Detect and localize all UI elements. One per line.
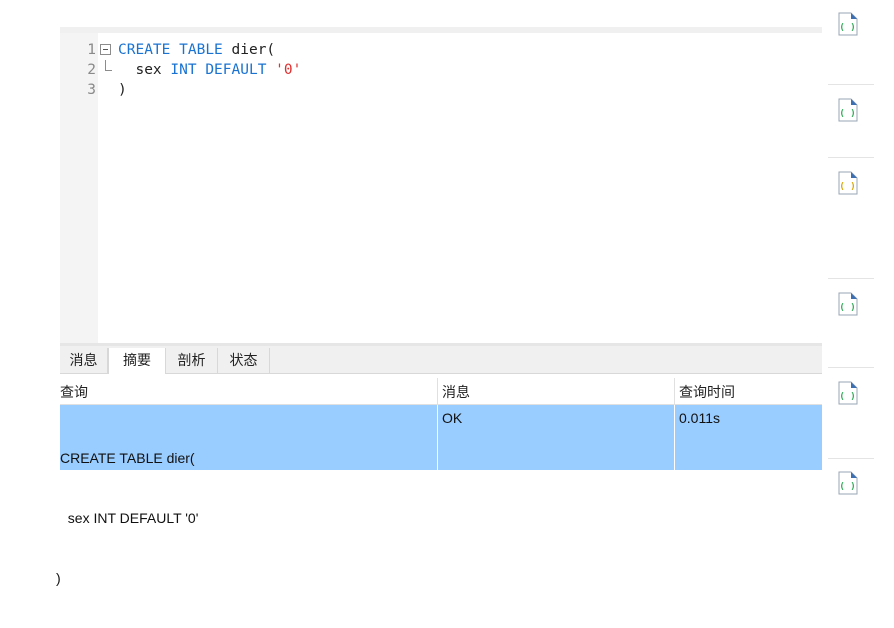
- sql-token: dier(: [222, 42, 276, 58]
- divider: [828, 367, 874, 368]
- divider: [828, 458, 874, 459]
- svg-text:( ): ( ): [839, 482, 855, 492]
- sql-file-icon[interactable]: ( ): [838, 471, 858, 495]
- column-header-message[interactable]: 消息: [437, 378, 674, 404]
- sql-keyword: CREATE: [118, 42, 171, 58]
- column-header-query[interactable]: 查询: [60, 378, 437, 404]
- sql-token: sex: [118, 62, 171, 78]
- code-line[interactable]: 1 CREATE TABLE dier(: [60, 40, 820, 60]
- line-number: 3: [87, 82, 96, 98]
- sql-keyword: TABLE: [179, 42, 223, 58]
- code-text: sex INT DEFAULT '0': [118, 60, 301, 80]
- query-line: ): [56, 570, 61, 586]
- query-cell[interactable]: CREATE TABLE dier( sex INT DEFAULT '0' ): [56, 405, 437, 586]
- code-text: ): [118, 80, 127, 100]
- fold-toggle-icon[interactable]: [100, 44, 111, 55]
- tab-summary[interactable]: 摘要: [108, 348, 166, 374]
- sql-editor[interactable]: 1 CREATE TABLE dier(2 sex INT DEFAULT '0'…: [60, 27, 822, 349]
- divider: [828, 157, 874, 158]
- sql-file-icon[interactable]: ( ): [838, 171, 858, 195]
- code-text: CREATE TABLE dier(: [118, 40, 275, 60]
- svg-text:( ): ( ): [839, 182, 855, 192]
- svg-text:( ): ( ): [839, 23, 855, 33]
- line-number: 2: [87, 62, 96, 78]
- svg-text:( ): ( ): [839, 303, 855, 313]
- code-line[interactable]: 2 sex INT DEFAULT '0': [60, 60, 820, 80]
- tab-profile[interactable]: 剖析: [166, 348, 218, 373]
- fold-end-icon: [105, 60, 112, 71]
- query-line: sex INT DEFAULT '0': [60, 510, 199, 526]
- column-header-time[interactable]: 查询时间: [674, 378, 822, 404]
- sql-keyword: DEFAULT: [205, 62, 267, 78]
- message-cell[interactable]: OK: [437, 405, 674, 470]
- sql-file-icon[interactable]: ( ): [838, 381, 858, 405]
- sql-keyword: INT: [170, 62, 197, 78]
- results-header: 查询 消息 查询时间: [60, 378, 822, 405]
- code-line[interactable]: 3): [60, 80, 820, 100]
- sql-file-icon[interactable]: ( ): [838, 98, 858, 122]
- divider: [828, 278, 874, 279]
- sql-string: '0': [275, 62, 302, 78]
- tab-messages[interactable]: 消息: [60, 348, 108, 373]
- time-cell[interactable]: 0.011s: [674, 405, 822, 470]
- sql-token: ): [118, 82, 127, 98]
- table-row[interactable]: CREATE TABLE dier( sex INT DEFAULT '0' )…: [56, 405, 822, 586]
- svg-text:( ): ( ): [839, 392, 855, 402]
- query-line: CREATE TABLE dier(: [60, 450, 195, 466]
- sql-file-icon[interactable]: ( ): [838, 12, 858, 36]
- svg-text:( ): ( ): [839, 109, 855, 119]
- divider: [828, 84, 874, 85]
- sql-file-icon[interactable]: ( ): [838, 292, 858, 316]
- line-number: 1: [87, 42, 96, 58]
- result-tabs: 消息 摘要 剖析 状态: [60, 346, 822, 374]
- object-sidebar: ( ) ( ) ( ) ( ) ( ) ( ): [822, 0, 874, 495]
- tab-status[interactable]: 状态: [218, 348, 270, 373]
